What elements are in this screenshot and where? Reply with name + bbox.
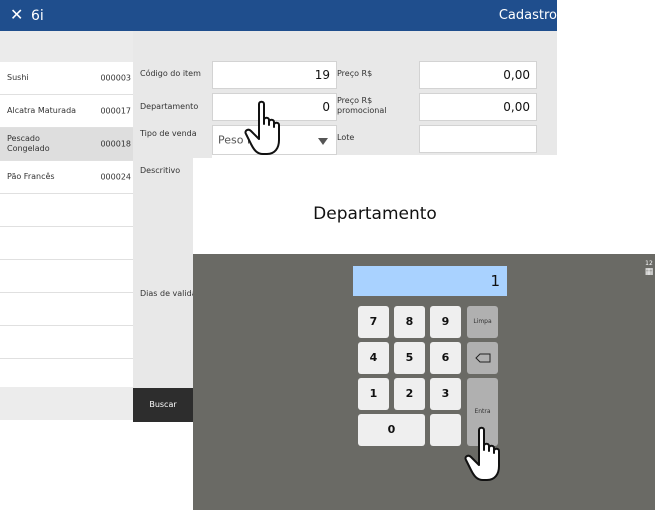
title-bar: ✕ 6i Cadastro <box>0 0 557 31</box>
key-5[interactable]: 5 <box>394 342 425 374</box>
key-4[interactable]: 4 <box>358 342 389 374</box>
grid-glyph: ▦ <box>644 267 654 277</box>
list-item-empty[interactable] <box>0 227 133 260</box>
item-name: Pão Francês <box>7 172 55 181</box>
key-6[interactable]: 6 <box>430 342 461 374</box>
item-name: Alcatra Maturada <box>7 106 77 115</box>
list-item[interactable]: Sushi 000003 <box>0 62 133 95</box>
preco-promocional-value: 0,00 <box>503 100 530 114</box>
item-list-header <box>0 31 133 62</box>
key-9[interactable]: 9 <box>430 306 461 338</box>
keypad-dialog: 1 7 8 9 Limpa 4 5 6 1 2 3 Entra 0 <box>193 254 655 510</box>
dialog-title: Departamento <box>313 204 437 224</box>
key-blank[interactable] <box>430 414 461 446</box>
lote-label: Lote <box>337 133 355 142</box>
buscar-button[interactable]: Buscar <box>133 388 193 422</box>
grid-icon[interactable]: 12 ▦ <box>643 254 655 302</box>
preco-promocional-label: Preço R$ promocional <box>337 96 387 115</box>
key-2[interactable]: 2 <box>394 378 425 410</box>
list-item-empty[interactable] <box>0 260 133 293</box>
item-code: 000024 <box>100 172 131 182</box>
departamento-value: 0 <box>322 100 330 114</box>
close-icon[interactable]: ✕ <box>10 5 23 25</box>
list-item[interactable]: Alcatra Maturada 000017 <box>0 95 133 128</box>
lote-field[interactable] <box>419 125 537 153</box>
key-8[interactable]: 8 <box>394 306 425 338</box>
preco-promocional-field[interactable]: 0,00 <box>419 93 537 121</box>
list-item-empty[interactable] <box>0 293 133 326</box>
edge-widget-label: 12 <box>645 260 653 267</box>
item-list-pane: Sushi 000003 Alcatra Maturada 000017 Pes… <box>0 31 133 420</box>
key-7[interactable]: 7 <box>358 306 389 338</box>
key-0[interactable]: 0 <box>358 414 425 446</box>
list-item-empty[interactable] <box>0 326 133 359</box>
codigo-field[interactable]: 19 <box>212 61 337 89</box>
hand-pointer-icon <box>244 100 280 155</box>
codigo-value: 19 <box>314 68 330 82</box>
preco-value: 0,00 <box>503 68 530 82</box>
list-item-empty[interactable] <box>0 194 133 227</box>
dias-validade-label: Dias de valida <box>140 289 197 298</box>
keypad-display: 1 <box>353 266 507 296</box>
item-code: 000003 <box>100 73 131 83</box>
keypad-dialog-header: Departamento <box>193 158 557 254</box>
list-item-selected[interactable]: Pescado Congelado 000018 <box>0 128 133 161</box>
backspace-icon <box>474 353 490 363</box>
item-name: Pescado Congelado <box>7 134 50 153</box>
key-1[interactable]: 1 <box>358 378 389 410</box>
item-name: Sushi <box>7 73 29 82</box>
screen-title: Cadastro <box>498 8 557 23</box>
preco-field[interactable]: 0,00 <box>419 61 537 89</box>
hand-pointer-icon <box>464 426 500 481</box>
codigo-label: Código do item <box>140 69 201 78</box>
list-footer <box>0 387 133 420</box>
chevron-down-icon <box>318 138 328 145</box>
item-code: 000018 <box>100 139 131 149</box>
descritivo-label: Descritivo <box>140 166 181 175</box>
list-item[interactable]: Pão Francês 000024 <box>0 161 133 194</box>
preco-label: Preço R$ <box>337 69 373 78</box>
backspace-button[interactable] <box>467 342 498 374</box>
item-code: 000017 <box>100 106 131 116</box>
keypad-display-value: 1 <box>490 272 500 290</box>
departamento-label: Departamento <box>140 102 199 111</box>
tipo-venda-label: Tipo de venda <box>140 129 197 138</box>
clear-button[interactable]: Limpa <box>467 306 498 338</box>
key-3[interactable]: 3 <box>430 378 461 410</box>
app-name: 6i <box>31 8 44 24</box>
